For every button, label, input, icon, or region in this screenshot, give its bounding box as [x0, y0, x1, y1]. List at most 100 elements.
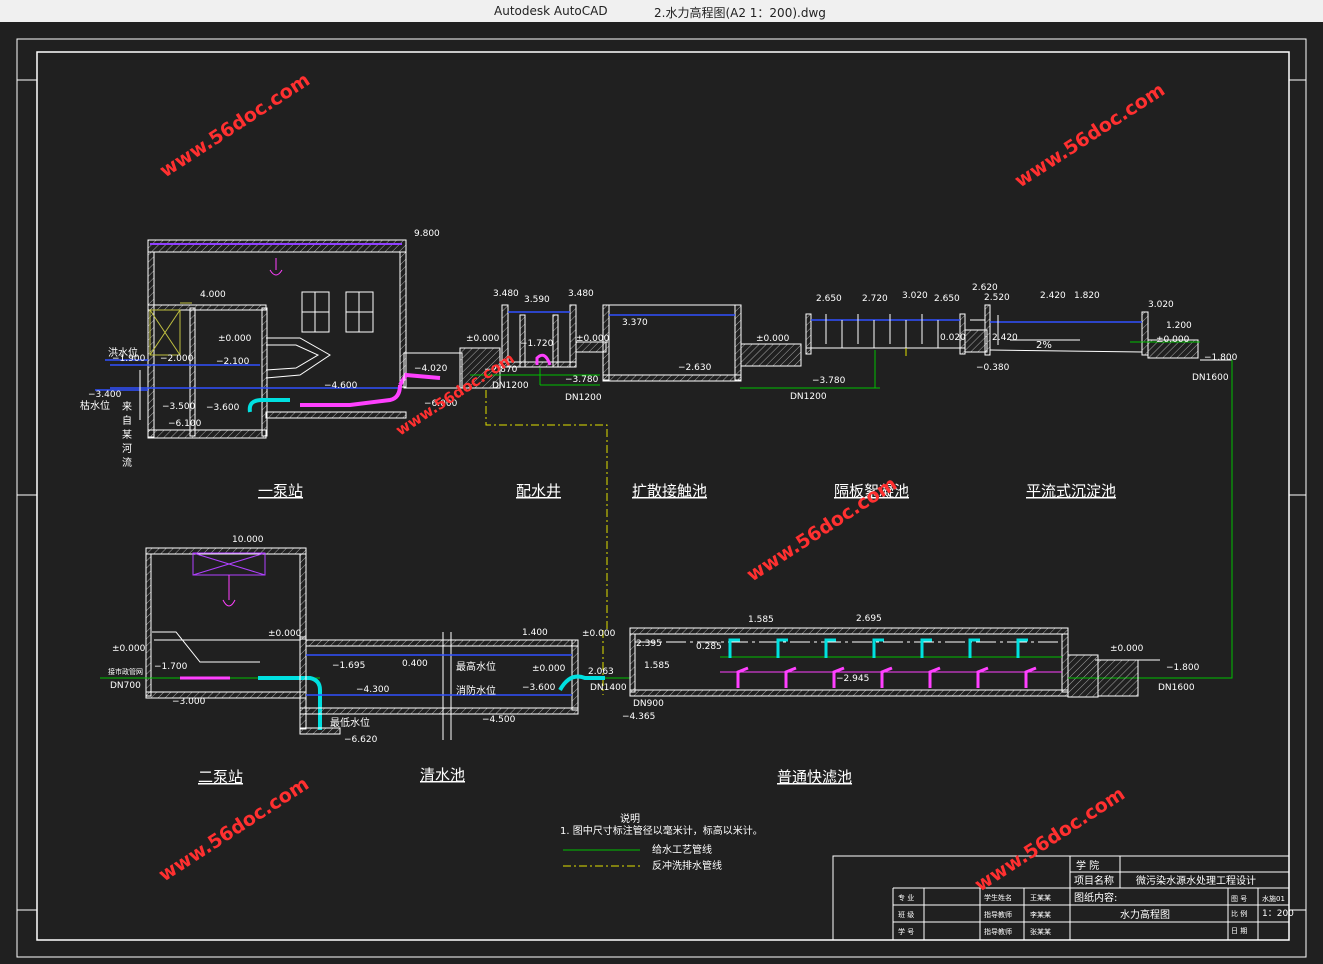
elev: 4.000: [200, 290, 226, 300]
station-pump1: 一泵站: [258, 482, 303, 500]
title-block-text: 学 院 项目名称 微污染水源水处理工程设计 图纸内容: 水力高程图 图 号 水施…: [898, 859, 1294, 936]
river-char: 流: [122, 456, 132, 469]
station-filter: 普通快滤池: [777, 768, 852, 786]
elev: −1.695: [332, 661, 365, 671]
tb-cell: 李某某: [1030, 910, 1051, 919]
elev: −6.100: [168, 419, 202, 429]
tb-content: 水力高程图: [1120, 908, 1170, 921]
elev: −4.600: [324, 381, 358, 391]
pipe-labels: DN1200 DN1200 DN1200 DN1600 DN1600 DN700…: [110, 373, 1229, 709]
elev: −1.720: [520, 339, 554, 349]
flood-label: 洪水位: [108, 346, 138, 359]
app-name: Autodesk AutoCAD: [494, 4, 608, 18]
elev: −3.000: [172, 697, 206, 707]
min-level-label: 最低水位: [330, 716, 370, 729]
slope-label: 2%: [1036, 340, 1052, 351]
elev: −3.780: [565, 375, 599, 385]
pipe-label: DN900: [633, 699, 664, 709]
drawing-svg: 一泵站 配水井 扩散接触池 隔板絮凝池 平流式沉淀池 二泵站 清水池 普通快滤池…: [16, 38, 1307, 958]
elev: −4.020: [414, 364, 448, 374]
elev: 10.000: [232, 535, 264, 545]
tb-cell: 专 业: [898, 893, 914, 902]
pipe-label: DN700: [110, 681, 141, 691]
drawing-canvas[interactable]: 一泵站 配水井 扩散接触池 隔板絮凝池 平流式沉淀池 二泵站 清水池 普通快滤池…: [0, 22, 1323, 964]
title-bar: Autodesk AutoCAD 2.水力高程图(A2 1：200).dwg: [0, 0, 1323, 22]
station-pump2: 二泵站: [198, 768, 243, 786]
elev: −4.500: [482, 715, 516, 725]
tb-no-label: 图 号: [1231, 895, 1247, 903]
elev: 2.063: [588, 667, 614, 677]
elev: ±0.000: [532, 664, 566, 674]
elev: 9.800: [414, 229, 440, 239]
tb-project-label: 项目名称: [1074, 874, 1114, 887]
pump-station-2: [100, 547, 322, 730]
tb-no-value: 水施01: [1262, 894, 1285, 903]
watermark: www.56doc.com: [392, 349, 517, 439]
backwash-pipeline: [485, 390, 608, 695]
elev: ±0.000: [268, 629, 302, 639]
elev: 1.585: [748, 615, 774, 625]
elev: 0.285: [696, 642, 722, 652]
station-well: 配水井: [516, 482, 561, 500]
tb-cell: 学 号: [898, 927, 914, 936]
elev: 2.650: [816, 294, 842, 304]
tb-school: 学 院: [1076, 859, 1099, 872]
tb-scale-label: 比 例: [1231, 909, 1247, 918]
elev: ±0.000: [218, 334, 252, 344]
pipe-label: DN1600: [1158, 683, 1195, 693]
elev: 3.480: [568, 289, 594, 299]
elev: −2.100: [216, 357, 250, 367]
elev: ±0.000: [756, 334, 790, 344]
elev: −3.400: [88, 390, 122, 400]
elev: ±0.000: [576, 334, 610, 344]
max-level-label: 最高水位: [456, 660, 496, 673]
station-sedim: 平流式沉淀池: [1026, 482, 1116, 500]
elev: 3.370: [622, 318, 648, 328]
legend-process-text: 给水工艺管线: [652, 843, 712, 856]
elev: 1.820: [1074, 291, 1100, 301]
tb-project: 微污染水源水处理工程设计: [1136, 874, 1256, 887]
elev: 1.400: [522, 628, 548, 638]
elev: 0.020: [940, 333, 966, 343]
rapid-filter: [629, 627, 1232, 698]
elev: −3.600: [522, 683, 556, 693]
elev: −3.500: [162, 402, 196, 412]
elev: 2.420: [1040, 291, 1066, 301]
river-char: 自: [122, 414, 132, 427]
station-contact: 扩散接触池: [632, 482, 707, 500]
elev: −0.380: [976, 363, 1010, 373]
tb-cell: 学生姓名: [984, 893, 1012, 902]
notes: 说明 1. 图中尺寸标注管径以毫米计，标高以米计。 给水工艺管线 反冲洗排水管线: [560, 812, 763, 872]
elev: 2.695: [856, 614, 882, 624]
watermark: www.56doc.com: [743, 473, 901, 586]
elev: 2.650: [934, 294, 960, 304]
elev: −4.300: [356, 685, 390, 695]
tb-cell: 指导教师: [984, 910, 1012, 919]
pipe-label: DN1200: [565, 393, 602, 403]
elev: ±0.000: [466, 334, 500, 344]
notes-line1: 1. 图中尺寸标注管径以毫米计，标高以米计。: [560, 824, 763, 837]
elev: ±0.000: [112, 644, 146, 654]
tb-cell: 指导教师: [984, 927, 1012, 936]
fire-level-label: 消防水位: [456, 684, 496, 697]
elev: ±0.000: [1156, 335, 1190, 345]
tb-scale-value: 1：200: [1262, 909, 1294, 919]
tb-date-label: 日 期: [1231, 927, 1247, 935]
elev: 0.400: [402, 659, 428, 669]
elev: −1.800: [1166, 663, 1200, 673]
river-char: 某: [122, 429, 132, 441]
river-char: 来: [122, 401, 132, 413]
watermark: www.56doc.com: [155, 773, 313, 886]
elev: −2.000: [160, 354, 194, 364]
pipe-label: DN1200: [790, 392, 827, 402]
document-name: 2.水力高程图(A2 1：200).dwg: [654, 6, 826, 20]
tb-cell: 张某某: [1030, 927, 1051, 936]
dry-label: 枯水位: [80, 399, 110, 412]
pipe-label: DN1600: [1192, 373, 1229, 383]
pipe-label: DN1200: [492, 381, 529, 391]
elev: 1.585: [644, 661, 670, 671]
elev: 2.420: [992, 333, 1018, 343]
notes-title: 说明: [620, 812, 640, 825]
elev: −2.630: [678, 363, 712, 373]
pipe-label: DN1400: [590, 683, 627, 693]
